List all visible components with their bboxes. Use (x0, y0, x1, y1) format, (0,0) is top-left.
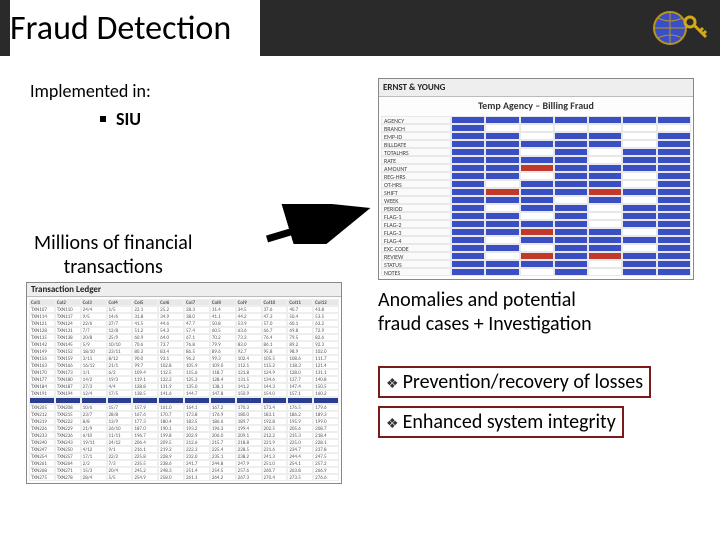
arrow-icon (262, 204, 372, 244)
transactions-spreadsheet-thumbnail: Transaction Ledger Col1Col2Col3Col4Col5C… (26, 282, 342, 484)
benefit-text: Enhanced system integrity (403, 410, 616, 434)
diamond-bullet-icon: ❖ (386, 415, 399, 432)
benefit-text: Prevention/recovery of losses (403, 370, 644, 394)
benefit-box-1: ❖ Prevention/recovery of losses (378, 366, 651, 398)
globe-key-logo-icon (650, 4, 710, 52)
thumb-grid: Col1Col2Col3Col4Col5Col6Col7Col8Col9Col1… (27, 297, 341, 483)
thumb-title: Temp Agency – Billing Fraud (379, 97, 693, 114)
title-bar: Fraud Detection (0, 0, 720, 56)
slide-title: Fraud Detection (10, 0, 260, 56)
bullet-text: SIU (116, 108, 141, 130)
thumb-header: ERNST & YOUNG (379, 79, 693, 97)
square-bullet-icon (100, 116, 106, 122)
anomalies-caption: Anomalies and potential fraud cases + In… (378, 288, 592, 336)
thumb-header: Transaction Ledger (27, 283, 341, 297)
thumb-vendor: ERNST & YOUNG (383, 82, 445, 93)
benefit-box-2: ❖ Enhanced system integrity (378, 406, 624, 438)
diamond-bullet-icon: ❖ (386, 375, 399, 392)
thumb-grid: AGENCYBRANCHEMP-IDBILLDATETOTALHRSRATEAM… (379, 114, 693, 279)
implemented-in-label: Implemented in: (30, 80, 151, 102)
thumb-title: Transaction Ledger (31, 284, 101, 295)
millions-caption: Millions of financial transactions (34, 231, 192, 279)
anomalies-report-thumbnail: ERNST & YOUNG Temp Agency – Billing Frau… (378, 78, 694, 280)
bullet-siu: SIU (100, 108, 141, 130)
